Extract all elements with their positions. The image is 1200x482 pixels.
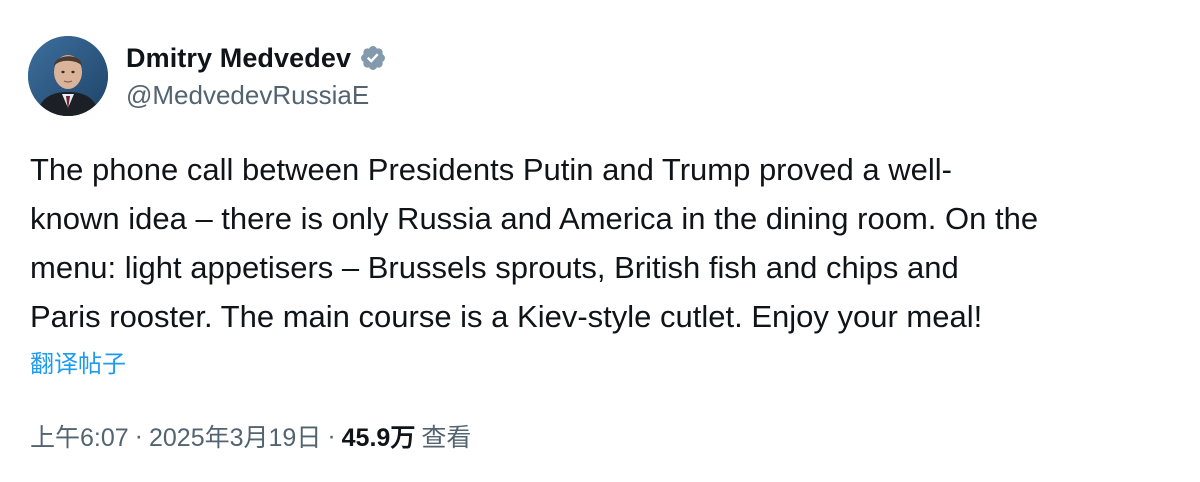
post-time[interactable]: 上午6:07 [30, 418, 129, 454]
author-handle[interactable]: @MedvedevRussiaE [126, 80, 369, 111]
author-display-name[interactable]: Dmitry Medvedev [126, 43, 351, 74]
meta-separator: · [327, 421, 336, 450]
avatar-portrait-icon [28, 36, 108, 116]
post-text: The phone call between Presidents Putin … [30, 152, 1039, 334]
views-count: 45.9万 [341, 424, 416, 452]
translate-post-link[interactable]: 翻译帖子 [30, 344, 126, 379]
post-date[interactable]: 2025年3月19日 [149, 418, 321, 454]
tweet-card: Dmitry Medvedev @MedvedevRussiaE The pho… [0, 0, 1200, 482]
avatar[interactable] [28, 36, 108, 116]
post-meta: 上午6:07 · 2025年3月19日 · 45.9万 查看 [30, 418, 471, 454]
views-label: 查看 [421, 424, 472, 452]
verified-badge-icon[interactable] [359, 44, 387, 72]
meta-separator: · [134, 421, 143, 450]
author-name-row: Dmitry Medvedev [126, 38, 387, 78]
